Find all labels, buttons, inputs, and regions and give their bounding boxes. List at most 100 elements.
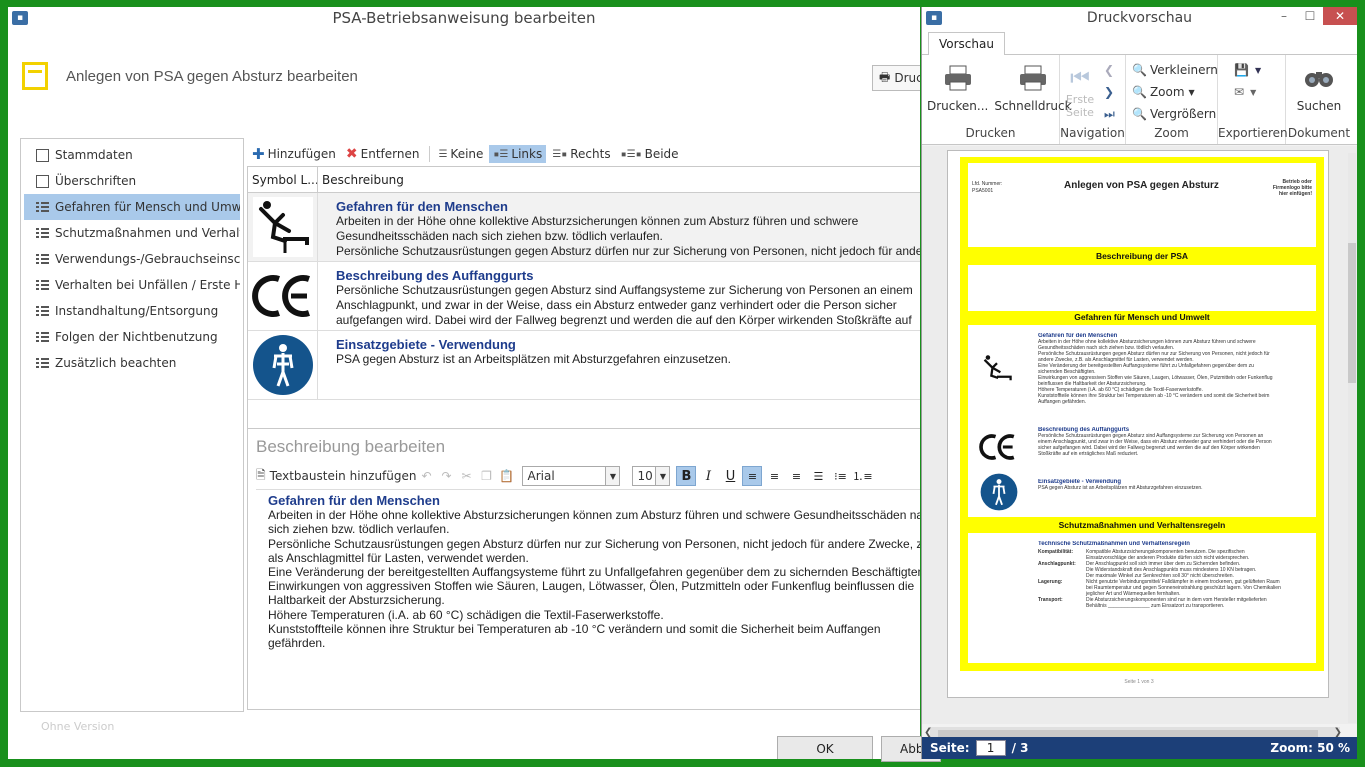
first-page-button[interactable]: ⏮ Erste Seite [1062, 59, 1098, 126]
align-right-icon: ☰▪ [552, 148, 568, 160]
sidebar-item-label: Stammdaten [55, 148, 133, 162]
zoom-button[interactable]: 🔍 Zoom ▼ [1132, 81, 1218, 103]
email-icon[interactable]: ✉ ▼ [1234, 81, 1261, 103]
sidebar-item[interactable]: Verwendungs-/Gebrauchseinsch... [24, 246, 240, 272]
align-left-icon[interactable]: ≡ [742, 466, 763, 486]
row-title: Beschreibung des Auffanggurts [336, 268, 534, 283]
printer-icon: 🖶 [879, 69, 891, 84]
table-row[interactable]: Gefahren für den Menschen Arbeiten in de… [248, 193, 920, 262]
undo-icon[interactable]: ↶ [416, 466, 436, 486]
sidebar-item[interactable]: Gefahren für Mensch und Umwelt [24, 194, 240, 220]
search-button[interactable]: Suchen [1294, 59, 1344, 126]
col-symbol-header[interactable]: Symbol L... [248, 167, 318, 192]
align-both-button[interactable]: ▪☰▪ Beide [617, 145, 683, 163]
sidebar-item[interactable]: Überschriften [24, 168, 240, 194]
list-icon [36, 252, 49, 266]
binoculars-icon [1304, 63, 1334, 93]
zoom-out-button[interactable]: 🔍 Verkleinern [1132, 59, 1218, 81]
sidebar-item[interactable]: Instandhaltung/Entsorgung [24, 298, 240, 324]
zoom-out-icon: 🔍 [1132, 63, 1147, 77]
print-button[interactable]: 🖶 Druc [872, 65, 920, 91]
table-row[interactable]: Beschreibung des Auffanggurts Persönlich… [248, 262, 920, 331]
underline-button[interactable]: U [720, 466, 740, 486]
save-icon[interactable]: 💾 ▼ [1234, 59, 1261, 81]
preview-page: Lfd. Nummer: PSA5001 Anlegen von PSA geg… [947, 150, 1329, 698]
copy-icon[interactable]: ❐ [476, 466, 496, 486]
ribbon-tabs: Vorschau [922, 29, 1357, 55]
list-icon [36, 226, 49, 240]
print-dialog-button[interactable]: Drucken... [924, 59, 991, 126]
add-textblock-label: Textbaustein hinzufügen [269, 469, 417, 483]
prev-page-icon[interactable]: ❮ [1104, 59, 1115, 81]
align-center-icon[interactable]: ≡ [764, 466, 784, 486]
redo-icon[interactable]: ↷ [436, 466, 456, 486]
page-label: Seite: [930, 741, 970, 755]
zoom-in-button[interactable]: 🔍 Vergrößern [1132, 103, 1218, 125]
minimize-icon[interactable]: – [1271, 7, 1297, 25]
font-size-select[interactable]: 10 ▼ [632, 466, 671, 486]
numbered-list-icon[interactable]: ⒈≡ [852, 466, 872, 486]
row-line: Arbeiten in der Höhe ohne kollektive Abs… [336, 214, 859, 228]
align-both-label: Beide [644, 147, 679, 161]
plus-icon: ✚ [252, 145, 265, 163]
sidebar-item[interactable]: Zusätzlich beachten [24, 350, 240, 376]
align-right-button[interactable]: ☰▪ Rechts [548, 145, 614, 163]
grid-header: Symbol L... Beschreibung [248, 167, 920, 193]
sidebar-item[interactable]: Folgen der Nichtbenutzung [24, 324, 240, 350]
measures-title: Technische Schutzmaßnahmen und Verhalten… [1038, 541, 1190, 547]
italic-button[interactable]: I [698, 466, 718, 486]
row-line: Persönliche Schutzausrüstungen gegen Abs… [336, 244, 920, 258]
ribbon-group-navigation: ⏮ Erste Seite ❮ ❯ ⏭ Navigation [1060, 55, 1126, 144]
vertical-scrollbar[interactable] [1348, 153, 1356, 723]
page-title: Anlegen von PSA gegen Absturz bearbeiten [66, 67, 358, 85]
group-label-navigation: Navigation [1060, 126, 1125, 140]
cut-icon[interactable]: ✂ [456, 466, 476, 486]
col-desc-header[interactable]: Beschreibung [318, 167, 920, 192]
align-left-button[interactable]: ▪☰ Links [489, 145, 547, 163]
zoom-in-label: Vergrößern [1149, 107, 1217, 121]
editor-line: Arbeiten in der Höhe ohne kollektive Abs… [268, 508, 920, 523]
align-right-icon[interactable]: ≡ [786, 466, 806, 486]
next-page-icon[interactable]: ❯ [1104, 81, 1115, 103]
ce-mark-icon [248, 262, 318, 330]
add-button[interactable]: ✚ Hinzufügen [248, 143, 340, 165]
page-number-input[interactable]: 1 [975, 740, 1006, 756]
table-row[interactable]: Einsatzgebiete - Verwendung PSA gegen Ab… [248, 331, 920, 400]
add-textblock-button[interactable]: 🗎 Textbaustein hinzufügen [256, 466, 416, 487]
sidebar-item[interactable]: Schutzmaßnahmen und Verhalte... [24, 220, 240, 246]
preview-canvas[interactable]: Lfd. Nummer: PSA5001 Anlegen von PSA geg… [922, 146, 1357, 724]
harness-icon [980, 473, 1018, 514]
bold-button[interactable]: B [676, 466, 697, 486]
editor-text-area[interactable]: Gefahren für den Menschen Arbeiten in de… [256, 489, 920, 689]
tab-vorschau[interactable]: Vorschau [928, 32, 1005, 55]
ok-button[interactable]: OK [777, 736, 873, 759]
sidebar-item-label: Verhalten bei Unfällen / Erste Hilfe [55, 278, 240, 292]
row-line: aufgefangen wird. Dabei wird der Fallweg… [336, 313, 912, 327]
sidebar-item-label: Verwendungs-/Gebrauchseinsch... [55, 252, 240, 266]
row-line: Anschlagpunkt, und zwar in der Weise, da… [336, 298, 897, 312]
remove-button[interactable]: ✖ Entfernen [342, 144, 424, 164]
maximize-icon[interactable]: ☐ [1297, 7, 1323, 25]
last-page-icon[interactable]: ⏭ [1104, 103, 1115, 125]
ribbon: Drucken... Schnelldruck Drucken ⏮ Erste … [922, 55, 1357, 145]
status-bar: Seite: 1 / 3 Zoom: 50 % [922, 737, 1357, 759]
align-none-button[interactable]: ☰ Keine [434, 145, 487, 163]
row-title: Gefahren für den Menschen [336, 199, 508, 214]
zoom-in-icon: 🔍 [1132, 107, 1147, 121]
measures-title-text: Technische Schutzmaßnahmen und Verhalten… [1038, 541, 1190, 547]
box-icon [36, 148, 49, 162]
close-icon[interactable]: ✕ [1323, 7, 1357, 25]
bullet-list-icon[interactable]: ⁝≡ [830, 466, 850, 486]
sidebar-item[interactable]: Verhalten bei Unfällen / Erste Hilfe [24, 272, 240, 298]
hazard-text-block: Einsatzgebiete - Verwendung PSA gegen Ab… [1038, 479, 1314, 491]
font-family-select[interactable]: Arial ▼ [522, 466, 621, 486]
ribbon-group-dokument: Suchen Dokument [1286, 55, 1352, 144]
align-both-icon: ▪☰▪ [620, 148, 642, 160]
align-none-label: Keine [450, 147, 484, 161]
chevron-down-icon: ▼ [655, 467, 670, 485]
align-justify-icon[interactable]: ☰ [808, 466, 828, 486]
editor-line: Höhere Temperaturen (i.A. ab 60 °C) schä… [268, 607, 664, 622]
sidebar-item[interactable]: Stammdaten [24, 142, 240, 168]
paste-icon[interactable]: 📋 [496, 466, 516, 486]
chevron-down-icon: ▼ [605, 467, 620, 485]
